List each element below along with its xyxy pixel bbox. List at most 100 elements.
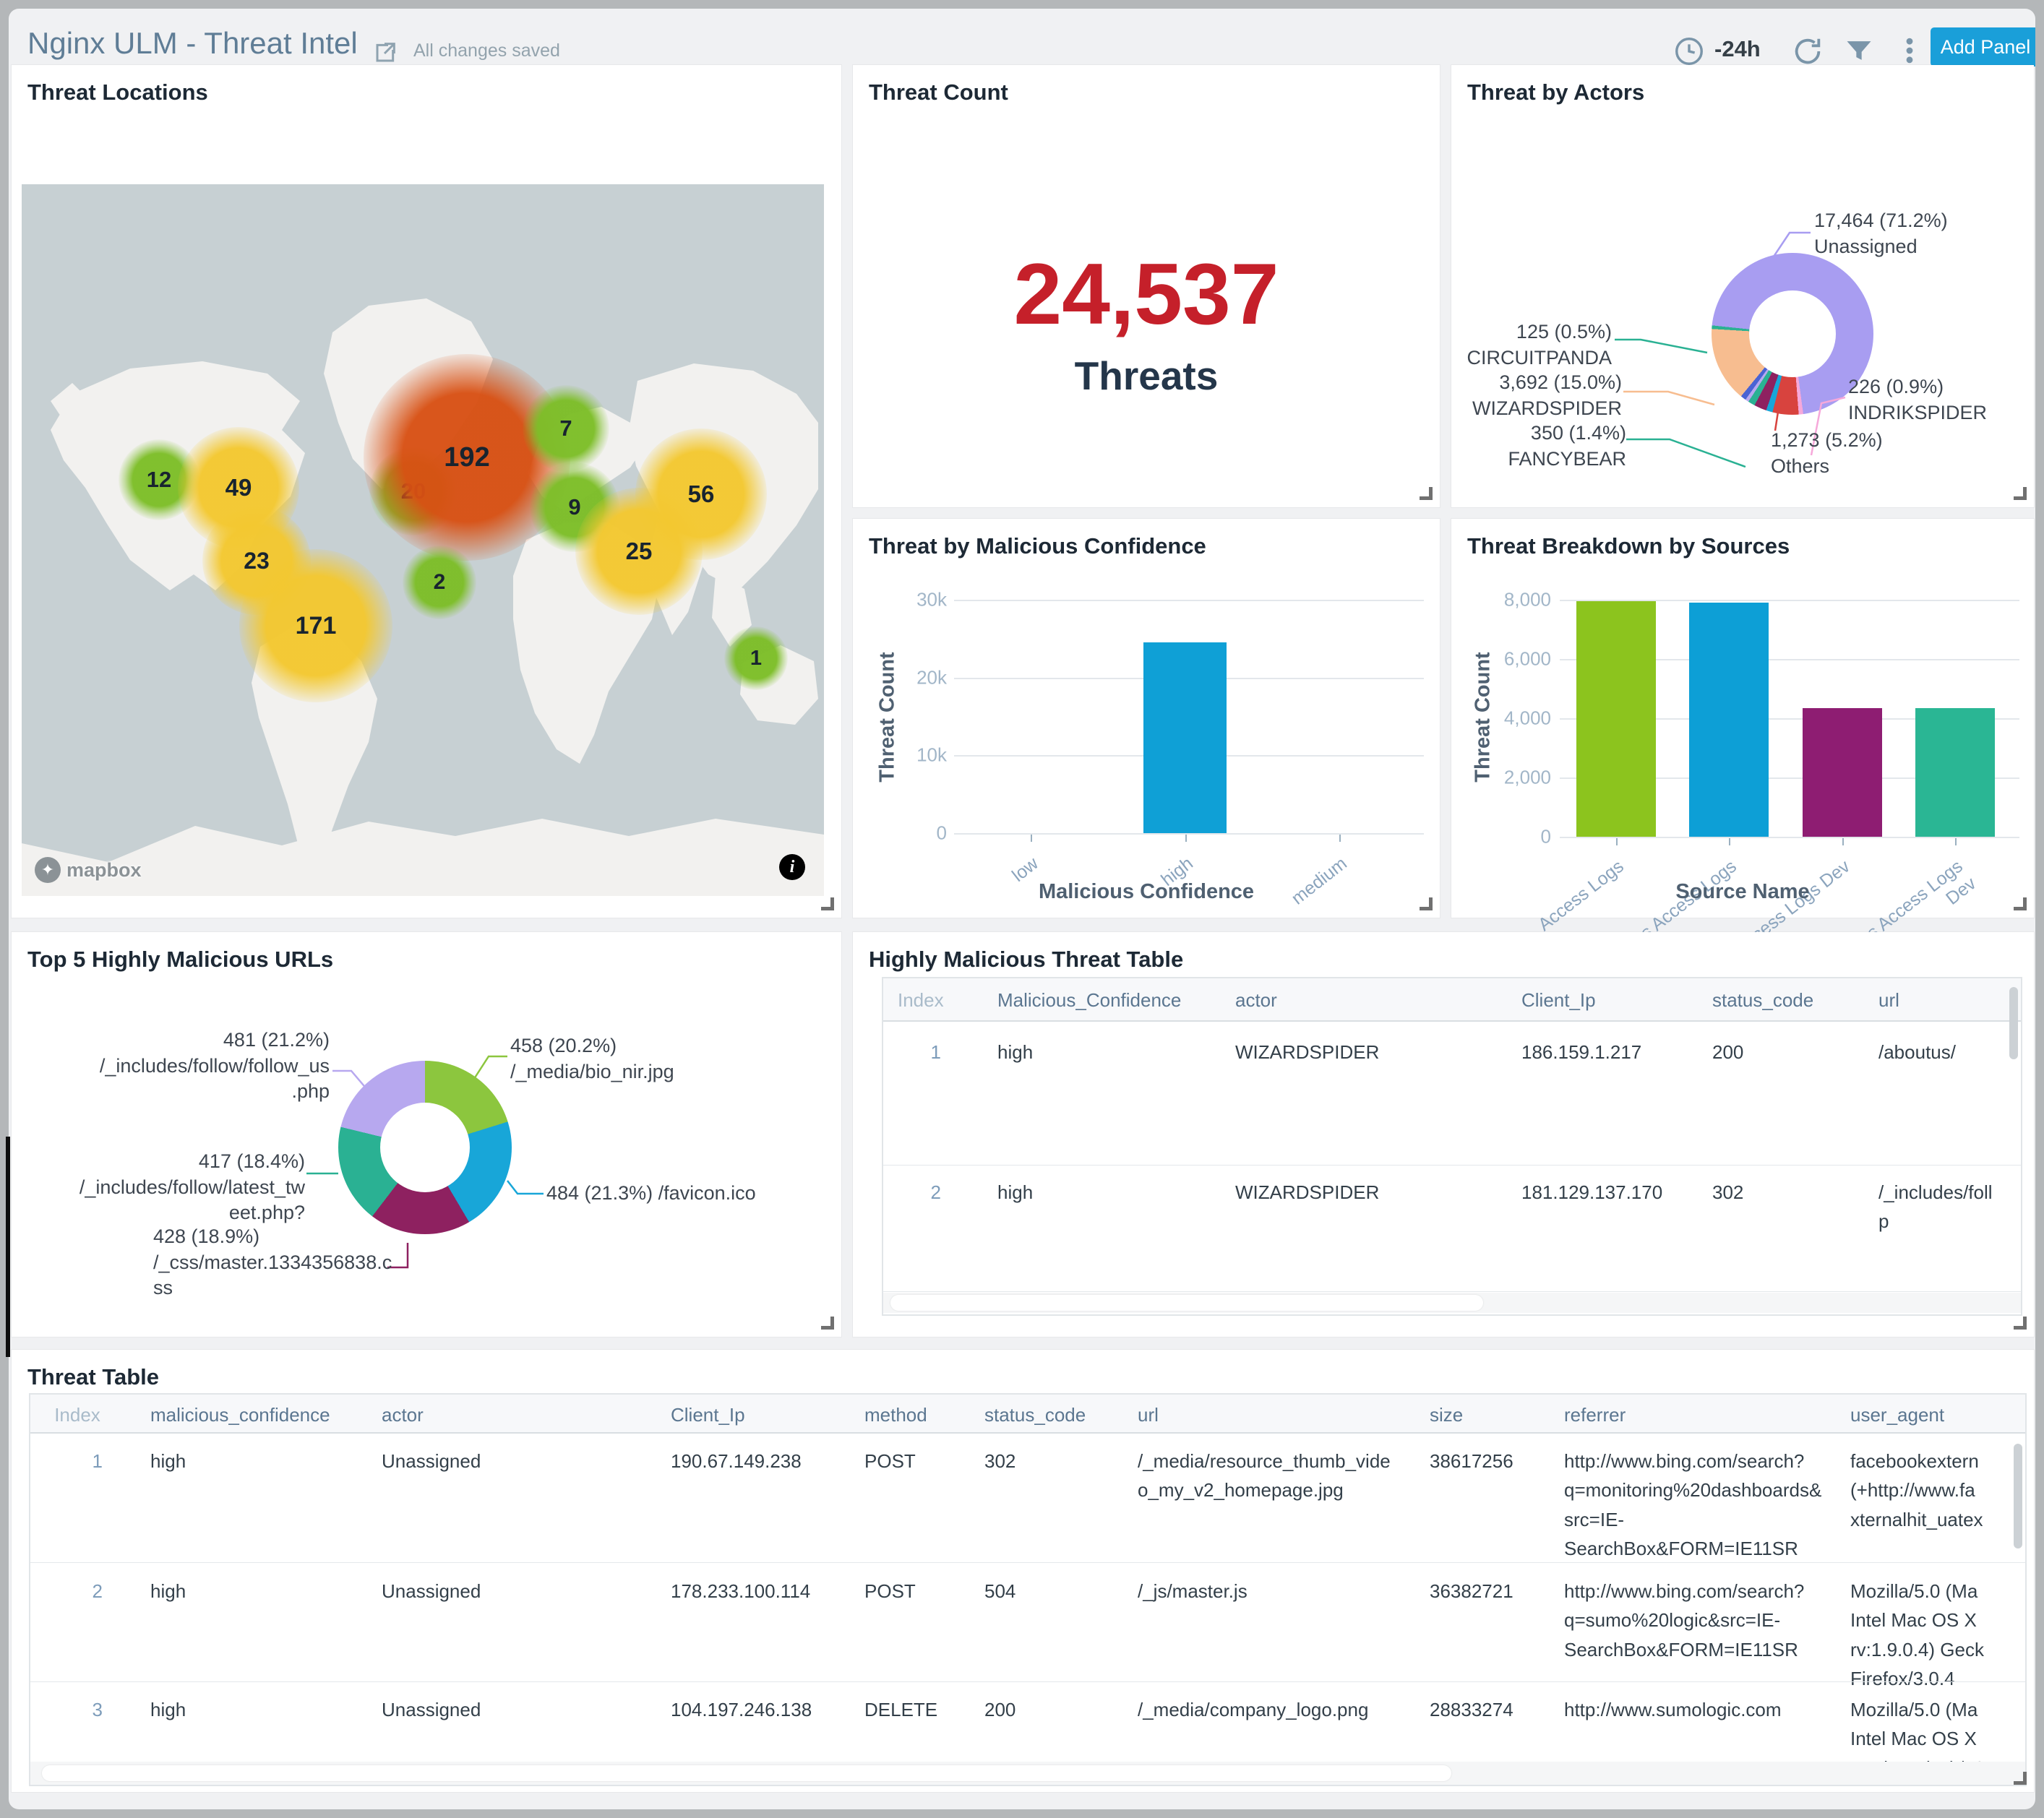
- vertical-scrollbar[interactable]: [2014, 1444, 2022, 1548]
- map-bubble[interactable]: 25: [575, 488, 703, 615]
- cell: high: [150, 1577, 186, 1606]
- cell: /_js/master.js: [1138, 1577, 1420, 1606]
- cell: 190.67.149.238: [671, 1447, 802, 1475]
- column-header[interactable]: size: [1430, 1404, 1463, 1426]
- panel-title: Threat by Malicious Confidence: [869, 533, 1206, 559]
- cell-index: 1: [52, 1447, 103, 1475]
- column-header[interactable]: Index: [898, 989, 941, 1012]
- panel-resize-handle[interactable]: [2014, 487, 2027, 500]
- cell: /_media/company_logo.png: [1138, 1695, 1420, 1724]
- panel-threat-breakdown-by-sources: Threat Breakdown by Sources 8,000 6,000 …: [1451, 519, 2034, 918]
- x-axis-title: Malicious Confidence: [853, 880, 1440, 904]
- cell: Unassigned: [382, 1695, 481, 1724]
- column-header[interactable]: malicious_confidence: [150, 1404, 330, 1426]
- panel-threat-locations: Threat Locations 1 2: [12, 65, 841, 918]
- bar-kubernetes-access-logs-dev[interactable]: [1915, 708, 1995, 837]
- cell: 302: [1712, 1178, 1743, 1207]
- column-header[interactable]: Malicious_Confidence: [997, 989, 1181, 1012]
- slice-label: 428 (18.9%) /_css/master.1334356838.c ss: [153, 1224, 392, 1301]
- vertical-scrollbar[interactable]: [2009, 987, 2018, 1059]
- panel-title: Highly Malicious Threat Table: [869, 947, 1183, 973]
- slice-label: 125 (0.5%)CIRCUITPANDA: [1467, 319, 1612, 371]
- cell: 28833274: [1430, 1695, 1513, 1724]
- panel-top-5-highly-malicious-urls: Top 5 Highly Malicious URLs 481 (21.2%) …: [12, 932, 841, 1337]
- panel-threat-by-actors: Threat by Actors 17,464 (71.2%)Unassigne…: [1451, 65, 2034, 507]
- column-header[interactable]: Client_Ip: [671, 1404, 745, 1426]
- y-tick: 8,000: [1473, 589, 1551, 611]
- column-header[interactable]: Index: [52, 1404, 103, 1426]
- mapbox-attribution[interactable]: ✦ mapbox: [35, 857, 142, 883]
- cell: /_media/resource_thumb_vide o_my_v2_home…: [1138, 1447, 1420, 1505]
- bar-kubernetes-access-logs[interactable]: [1689, 603, 1769, 837]
- cell: http://www.bing.com/search? q=sumo%20log…: [1564, 1577, 1847, 1664]
- dashboard-screenshot: { "header": { "title": "Nginx ULM - Thre…: [0, 0, 2044, 1818]
- time-range-clock-icon[interactable]: [1672, 35, 1704, 66]
- column-header[interactable]: actor: [1235, 989, 1277, 1012]
- slice-label: 417 (18.4%) /_includes/follow/latest_tw …: [80, 1149, 305, 1226]
- map-bubble[interactable]: 7: [523, 385, 609, 472]
- scrollbar-thumb[interactable]: [42, 1765, 1451, 1781]
- cell: Mozilla/5.0 (Ma Intel Mac OS X rv:1.9.0.…: [1850, 1577, 2014, 1693]
- panel-resize-handle[interactable]: [1420, 487, 1433, 500]
- bar-high[interactable]: [1143, 642, 1227, 833]
- bar-access-logs-dev[interactable]: [1803, 708, 1882, 837]
- map-bubble[interactable]: 2: [403, 546, 476, 619]
- column-header[interactable]: status_code: [984, 1404, 1086, 1426]
- cell: 178.233.100.114: [671, 1577, 810, 1606]
- panel-resize-handle[interactable]: [2014, 1317, 2027, 1330]
- panel-resize-handle[interactable]: [2014, 1772, 2027, 1785]
- column-header[interactable]: url: [1138, 1404, 1159, 1426]
- panel-resize-handle[interactable]: [821, 897, 834, 910]
- mapbox-label: mapbox: [66, 859, 142, 882]
- slice-label: 3,692 (15.0%)WIZARDSPIDER: [1472, 370, 1622, 421]
- time-range-value[interactable]: -24h: [1714, 36, 1761, 62]
- donut-hole: [1749, 290, 1836, 377]
- dashboard-header: Nginx ULM - Threat Intel All changes sav…: [9, 9, 2035, 65]
- column-header[interactable]: method: [864, 1404, 927, 1426]
- world-map[interactable]: 12 49 23 171 20 192 2 7 9 56 25 1 ✦ mapb…: [22, 184, 824, 896]
- cell: 36382721: [1430, 1577, 1513, 1606]
- cell: high: [150, 1447, 186, 1475]
- panel-threat-by-malicious-confidence: Threat by Malicious Confidence 30k 20k 1…: [853, 519, 1440, 918]
- kebab-menu-icon[interactable]: [1894, 35, 1925, 66]
- cell: 181.129.137.170: [1521, 1178, 1662, 1207]
- screenshot-artifact-bar: [6, 1137, 10, 1357]
- map-bubble[interactable]: 171: [239, 549, 392, 702]
- panel-resize-handle[interactable]: [2014, 897, 2027, 910]
- panel-resize-handle[interactable]: [1420, 897, 1433, 910]
- urls-donut-chart[interactable]: [338, 1061, 512, 1234]
- filter-icon[interactable]: [1843, 35, 1875, 66]
- slice-label: 226 (0.9%)INDRIKSPIDER: [1848, 374, 1987, 426]
- panel-title: Threat Table: [27, 1364, 159, 1390]
- mapbox-logo-icon: ✦: [35, 857, 61, 883]
- panel-title: Threat Locations: [27, 79, 208, 105]
- column-header[interactable]: status_code: [1712, 989, 1813, 1012]
- slice-label: 481 (21.2%) /_includes/follow/follow_us …: [100, 1028, 330, 1105]
- cell: POST: [864, 1447, 916, 1475]
- map-bubble[interactable]: 1: [724, 626, 788, 690]
- column-header[interactable]: user_agent: [1850, 1404, 1944, 1426]
- panel-threat-count: Threat Count 24,537 Threats: [853, 65, 1440, 507]
- donut-hole: [380, 1103, 470, 1192]
- threat-table-header: Index malicious_confidence actor Client_…: [30, 1395, 2025, 1434]
- cell-index: 2: [52, 1577, 103, 1606]
- cell-index: 1: [898, 1038, 941, 1067]
- scrollbar-thumb[interactable]: [890, 1295, 1483, 1311]
- bar-access-logs[interactable]: [1576, 601, 1656, 837]
- refresh-icon[interactable]: [1791, 35, 1823, 66]
- column-header[interactable]: referrer: [1564, 1404, 1626, 1426]
- column-header[interactable]: actor: [382, 1404, 424, 1426]
- cell: high: [150, 1695, 186, 1724]
- cell-index: 2: [898, 1178, 941, 1207]
- add-panel-button[interactable]: Add Panel: [1931, 27, 2035, 66]
- y-axis-title: Threat Count: [1472, 638, 1495, 797]
- map-info-icon[interactable]: i: [779, 854, 805, 880]
- panel-resize-handle[interactable]: [821, 1317, 834, 1330]
- panel-highly-malicious-threat-table: Highly Malicious Threat Table Index Mali…: [853, 932, 2034, 1337]
- horizontal-scrollbar[interactable]: [883, 1293, 2021, 1313]
- cell: WIZARDSPIDER: [1235, 1038, 1379, 1067]
- column-header[interactable]: Client_Ip: [1521, 989, 1596, 1012]
- column-header[interactable]: url: [1878, 989, 1899, 1012]
- panel-title: Threat Breakdown by Sources: [1467, 533, 1790, 559]
- horizontal-scrollbar[interactable]: [30, 1762, 2025, 1785]
